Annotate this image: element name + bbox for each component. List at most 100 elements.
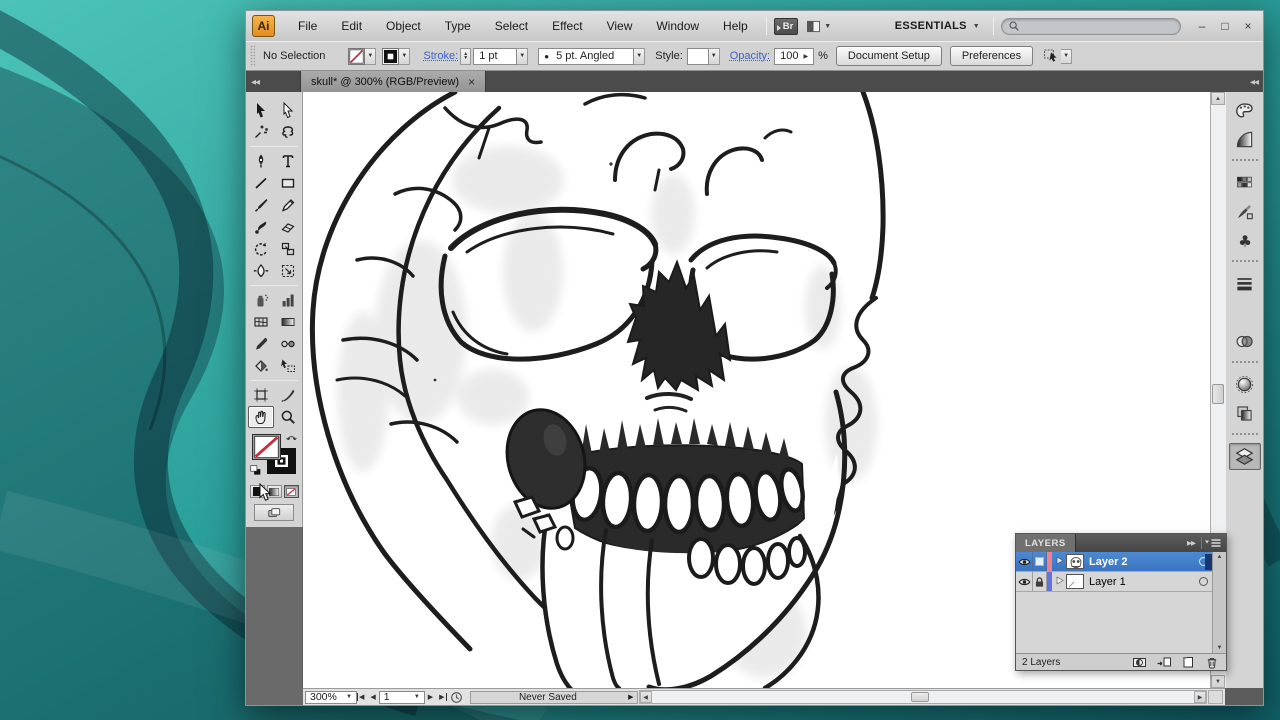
arrange-documents-button[interactable]: ▼ bbox=[806, 20, 831, 33]
swatches-panel-button[interactable] bbox=[1229, 169, 1261, 196]
horizontal-scrollbar[interactable]: ◀ ▶ bbox=[639, 690, 1207, 704]
panel-grip[interactable] bbox=[250, 45, 255, 67]
mesh-tool[interactable] bbox=[248, 311, 274, 333]
layer-thumbnail[interactable] bbox=[1066, 574, 1084, 589]
close-button[interactable]: × bbox=[1241, 19, 1255, 33]
lasso-tool[interactable] bbox=[275, 121, 301, 143]
layer-row[interactable]: Layer 2 bbox=[1016, 552, 1226, 572]
previous-artboard-button[interactable]: ◀ bbox=[367, 693, 378, 701]
rectangle-tool[interactable] bbox=[275, 172, 301, 194]
eraser-tool[interactable] bbox=[275, 216, 301, 238]
chevron-down-icon[interactable]: ▼ bbox=[517, 48, 528, 65]
visibility-toggle[interactable] bbox=[1016, 552, 1033, 571]
layer-thumbnail[interactable] bbox=[1066, 554, 1084, 569]
horizontal-scroll-thumb[interactable] bbox=[911, 692, 929, 702]
collapse-right-dock-icon[interactable]: ◀◀ bbox=[1245, 71, 1263, 92]
layers-panel-button[interactable] bbox=[1229, 443, 1261, 470]
artboard-tool[interactable] bbox=[248, 384, 274, 406]
symbol-sprayer-tool[interactable] bbox=[248, 289, 274, 311]
column-graph-tool[interactable] bbox=[275, 289, 301, 311]
delete-layer-button[interactable] bbox=[1204, 656, 1220, 669]
fill-swatch-none[interactable] bbox=[252, 434, 281, 460]
pen-tool[interactable] bbox=[248, 150, 274, 172]
vertical-scroll-thumb[interactable] bbox=[1212, 384, 1224, 404]
menu-window[interactable]: Window bbox=[645, 16, 710, 36]
document-setup-button[interactable]: Document Setup bbox=[836, 46, 942, 66]
scroll-left-icon[interactable]: ◀ bbox=[640, 691, 652, 703]
lock-icon[interactable] bbox=[1033, 572, 1047, 591]
color-guide-panel-button[interactable] bbox=[1229, 126, 1261, 153]
save-status-box[interactable]: Never Saved ▶ bbox=[470, 691, 638, 704]
stroke-weight-field[interactable]: 1 pt bbox=[473, 48, 517, 65]
live-paint-bucket-tool[interactable] bbox=[248, 355, 274, 377]
scale-tool[interactable] bbox=[275, 238, 301, 260]
last-artboard-button[interactable]: ▶ bbox=[436, 693, 446, 701]
direct-selection-tool[interactable] bbox=[275, 99, 301, 121]
expand-layer-icon[interactable] bbox=[1056, 576, 1064, 588]
fill-color-combo[interactable]: ▼ bbox=[348, 48, 376, 65]
layer-name[interactable]: Layer 2 bbox=[1089, 556, 1199, 568]
scroll-up-icon[interactable]: ▲ bbox=[1211, 92, 1225, 105]
none-mode-button[interactable] bbox=[284, 485, 299, 498]
transparency-panel-button[interactable] bbox=[1229, 328, 1261, 355]
width-tool[interactable] bbox=[248, 260, 274, 282]
magic-wand-tool[interactable] bbox=[248, 121, 274, 143]
menu-effect[interactable]: Effect bbox=[541, 16, 593, 36]
menu-edit[interactable]: Edit bbox=[330, 16, 373, 36]
color-panel-button[interactable] bbox=[1229, 97, 1261, 124]
chevron-down-icon[interactable]: ▼ bbox=[709, 48, 720, 65]
brush-definition-combo[interactable]: ● 5 pt. Angled bbox=[538, 48, 634, 65]
tab-close-icon[interactable]: × bbox=[468, 75, 475, 89]
zoom-level-combo[interactable]: 300% ▼ bbox=[305, 691, 357, 704]
style-combo[interactable] bbox=[687, 48, 709, 65]
rotate-tool[interactable] bbox=[248, 238, 274, 260]
go-to-bridge-button[interactable]: Br bbox=[774, 18, 799, 35]
chevron-down-icon[interactable]: ▼ bbox=[634, 48, 645, 65]
panel-menu-icon[interactable] bbox=[1204, 538, 1222, 548]
layers-scrollbar[interactable]: ▲ ▼ bbox=[1212, 552, 1226, 653]
blob-brush-tool[interactable] bbox=[248, 216, 274, 238]
layer-target-icon[interactable] bbox=[1199, 577, 1208, 586]
isolate-selected-object-icon[interactable] bbox=[1043, 48, 1061, 64]
color-mode-button[interactable] bbox=[250, 485, 265, 498]
menu-type[interactable]: Type bbox=[434, 16, 482, 36]
new-sublayer-button[interactable] bbox=[1156, 656, 1172, 669]
stroke-panel-link[interactable]: Stroke: bbox=[423, 50, 458, 62]
stroke-panel-button[interactable] bbox=[1229, 270, 1261, 297]
search-input[interactable] bbox=[1001, 18, 1181, 35]
paintbrush-tool[interactable] bbox=[248, 194, 274, 216]
line-segment-tool[interactable] bbox=[248, 172, 274, 194]
free-transform-tool[interactable] bbox=[275, 260, 301, 282]
symbols-panel-button[interactable] bbox=[1229, 227, 1261, 254]
collapse-left-dock-icon[interactable]: ◀◀ bbox=[246, 71, 264, 92]
type-tool[interactable] bbox=[275, 150, 301, 172]
scroll-down-icon[interactable]: ▼ bbox=[1211, 675, 1225, 688]
graphic-styles-panel-button[interactable] bbox=[1229, 400, 1261, 427]
layer-name[interactable]: Layer 1 bbox=[1089, 576, 1199, 588]
workspace-switcher[interactable]: ESSENTIALS ▼ bbox=[889, 20, 986, 32]
zoom-tool[interactable] bbox=[275, 406, 301, 428]
selection-tool[interactable] bbox=[248, 99, 274, 121]
scroll-down-icon[interactable]: ▼ bbox=[1217, 645, 1223, 651]
scroll-right-icon[interactable]: ▶ bbox=[1194, 691, 1206, 703]
new-layer-button[interactable] bbox=[1180, 656, 1196, 669]
opacity-field[interactable]: 100 ▶ bbox=[774, 48, 814, 65]
slice-tool[interactable] bbox=[275, 384, 301, 406]
gradient-mode-button[interactable] bbox=[267, 485, 282, 498]
blend-tool[interactable] bbox=[275, 333, 301, 355]
drawing-mode-button[interactable] bbox=[254, 504, 294, 521]
layer-row[interactable]: Layer 1 bbox=[1016, 572, 1226, 592]
appearance-panel-button[interactable] bbox=[1229, 371, 1261, 398]
stroke-color-combo[interactable]: ▼ bbox=[382, 48, 410, 65]
eyedropper-tool[interactable] bbox=[248, 333, 274, 355]
layers-panel-tab[interactable]: LAYERS bbox=[1016, 534, 1076, 552]
menu-select[interactable]: Select bbox=[484, 16, 539, 36]
minimize-button[interactable]: – bbox=[1195, 19, 1209, 33]
menu-help[interactable]: Help bbox=[712, 16, 759, 36]
stroke-weight-stepper[interactable]: ▲▼ bbox=[460, 48, 471, 65]
collapse-panel-icon[interactable]: ▶▶ bbox=[1183, 539, 1199, 547]
document-tab[interactable]: skull* @ 300% (RGB/Preview) × bbox=[300, 71, 486, 92]
live-paint-selection-tool[interactable] bbox=[275, 355, 301, 377]
gradient-panel-button[interactable] bbox=[1229, 299, 1261, 326]
menu-view[interactable]: View bbox=[596, 16, 644, 36]
